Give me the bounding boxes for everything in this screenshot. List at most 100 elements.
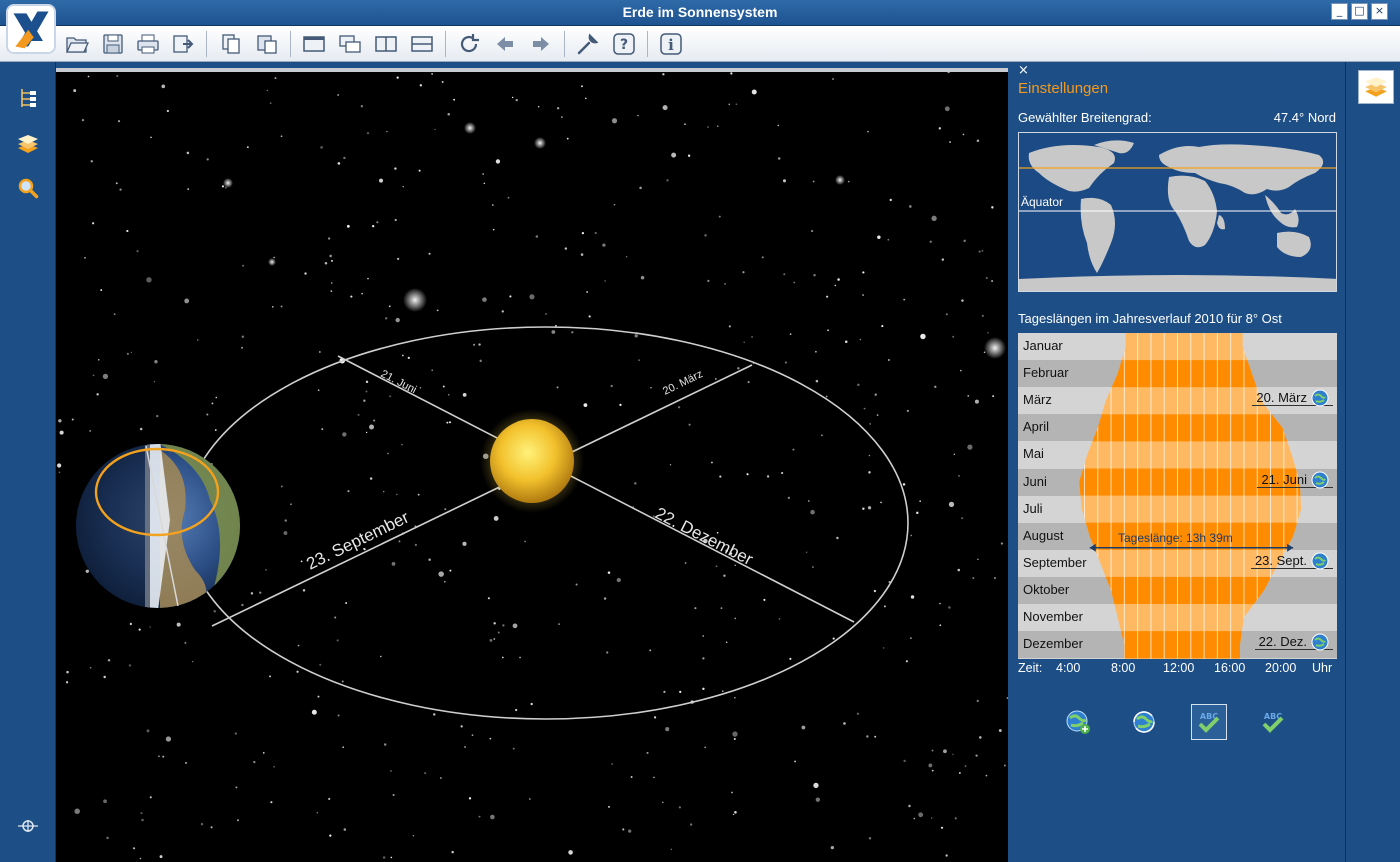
star — [1003, 764, 1006, 767]
info-icon[interactable]: i — [658, 31, 684, 57]
star — [979, 736, 982, 739]
layers-toggle-icon[interactable] — [1358, 70, 1394, 104]
star — [487, 597, 490, 600]
star — [512, 747, 515, 750]
star — [707, 279, 710, 282]
star — [646, 751, 649, 754]
globe-sync-icon[interactable] — [1311, 471, 1329, 489]
space-viewport[interactable]: 21. Juni 20. März 23. September 22. Deze… — [56, 72, 1008, 862]
close-button[interactable]: × — [1371, 3, 1388, 20]
time-axis-unit: Uhr — [1312, 661, 1333, 675]
star — [130, 351, 133, 354]
layers-icon[interactable] — [14, 130, 42, 158]
magnifier-icon[interactable] — [14, 174, 42, 202]
star — [266, 89, 268, 92]
star — [581, 232, 585, 235]
star — [337, 162, 341, 165]
star — [386, 130, 388, 133]
star — [909, 205, 912, 208]
window-title: Erde im Sonnensystem — [622, 4, 778, 20]
print-icon[interactable] — [135, 31, 161, 57]
star — [880, 501, 882, 504]
star — [126, 229, 129, 233]
svg-text:i: i — [668, 36, 674, 54]
star — [743, 341, 745, 344]
star — [939, 602, 941, 605]
star — [119, 188, 122, 191]
star — [857, 383, 860, 387]
star — [451, 850, 454, 854]
export-icon[interactable] — [170, 31, 196, 57]
star — [789, 333, 792, 335]
star — [807, 500, 810, 502]
globe-sync-icon[interactable] — [1311, 552, 1329, 570]
globe-add-icon[interactable] — [1063, 707, 1093, 737]
star — [191, 660, 194, 663]
help-icon[interactable]: ? — [611, 31, 637, 57]
star — [396, 76, 399, 79]
star — [876, 414, 879, 416]
earth[interactable] — [76, 440, 240, 620]
forward-arrow-icon[interactable] — [528, 31, 554, 57]
panel-close-button[interactable]: × — [1018, 63, 1029, 78]
world-map[interactable]: Äquator — [1018, 132, 1337, 292]
abc-check-icon[interactable]: ABC — [1258, 707, 1288, 737]
star — [781, 471, 784, 475]
star — [493, 622, 496, 625]
star — [669, 464, 672, 466]
star — [346, 224, 350, 228]
star — [250, 592, 254, 595]
refresh-icon[interactable] — [456, 31, 482, 57]
sun[interactable] — [490, 419, 574, 503]
star — [751, 335, 753, 338]
daylength-chart[interactable]: Januar Februar März April Mai Juni Juli August S… — [1018, 333, 1337, 659]
star — [442, 385, 445, 388]
star — [280, 305, 283, 308]
view-single-icon[interactable] — [301, 31, 327, 57]
star — [867, 130, 869, 133]
star — [943, 749, 947, 754]
star — [383, 743, 387, 746]
star — [187, 188, 190, 190]
globe-sync-icon[interactable] — [1311, 633, 1329, 651]
star — [961, 517, 964, 520]
orbit-scene[interactable]: 21. Juni 20. März 23. September 22. Deze… — [56, 72, 1008, 862]
copy-icon[interactable] — [218, 31, 244, 57]
star — [763, 598, 766, 601]
star — [766, 475, 770, 478]
view-cascade-icon[interactable] — [337, 31, 363, 57]
star — [369, 477, 373, 480]
star — [154, 360, 158, 364]
star — [84, 257, 86, 259]
star — [443, 580, 446, 583]
save-icon[interactable] — [100, 31, 126, 57]
view-split-vertical-icon[interactable] — [373, 31, 399, 57]
star — [991, 206, 994, 209]
minimize-button[interactable]: _ — [1331, 3, 1348, 20]
tree-icon[interactable] — [14, 84, 42, 112]
back-arrow-icon[interactable] — [492, 31, 518, 57]
star — [184, 641, 187, 644]
star — [262, 751, 265, 754]
star — [447, 112, 450, 116]
star — [431, 369, 434, 372]
wrench-icon[interactable] — [575, 31, 601, 57]
star — [978, 250, 981, 253]
abc-check-active-icon[interactable]: ABC — [1191, 704, 1227, 740]
maximize-button[interactable]: □ — [1351, 3, 1368, 20]
time-axis-prefix: Zeit: — [1018, 661, 1043, 675]
open-folder-icon[interactable] — [64, 31, 90, 57]
star — [269, 675, 272, 678]
star — [493, 638, 496, 640]
view-split-horizontal-icon[interactable] — [409, 31, 435, 57]
star — [129, 622, 133, 626]
star — [369, 424, 375, 430]
crosshair-icon[interactable] — [14, 812, 42, 840]
paste-icon[interactable] — [254, 31, 280, 57]
star — [821, 434, 823, 437]
star — [847, 180, 850, 183]
globe-sync-icon[interactable] — [1311, 389, 1329, 407]
globe-rotate-icon[interactable] — [1129, 707, 1159, 737]
star — [501, 310, 504, 313]
star — [140, 812, 143, 815]
